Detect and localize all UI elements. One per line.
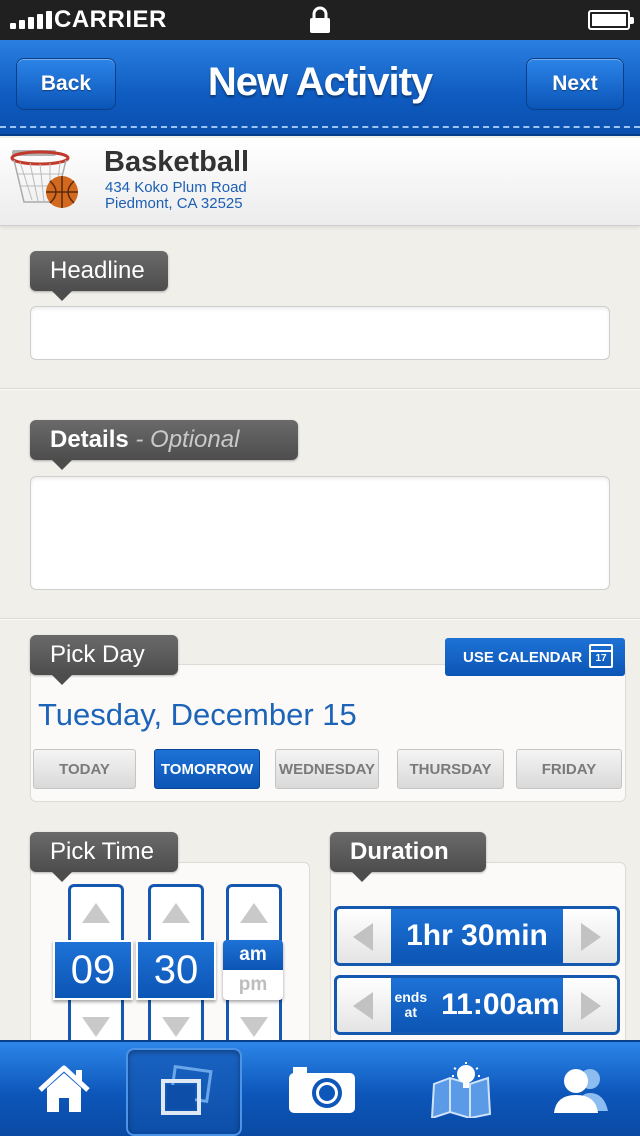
left-arrow-icon	[353, 923, 373, 951]
selected-date: Tuesday, December 15	[38, 697, 357, 732]
headline-input[interactable]	[30, 306, 610, 360]
duration-stepper: 1hr 30min	[334, 906, 620, 966]
duration-label-text: Duration	[350, 838, 449, 865]
pick-time-label-text: Pick Time	[50, 838, 155, 865]
right-arrow-icon	[581, 992, 601, 1020]
duration-decrease-button[interactable]	[337, 909, 391, 963]
home-icon	[38, 1065, 90, 1112]
minute-up-arrow-icon[interactable]	[162, 903, 190, 923]
ends-word: ends	[394, 989, 428, 1005]
camera-icon	[289, 1067, 355, 1113]
duration-label: Duration	[330, 832, 486, 882]
activity-address: 434 Koko Plum Road Piedmont, CA 32525	[105, 180, 247, 212]
signal-strength-icon	[10, 11, 52, 29]
details-input[interactable]	[30, 476, 610, 590]
day-tomorrow-button[interactable]: TOMORROW	[154, 749, 260, 789]
headline-label-text: Headline	[50, 257, 145, 284]
duration-value: 1hr 30min	[406, 919, 548, 952]
section-divider	[0, 618, 640, 620]
pick-time-label: Pick Time	[30, 832, 178, 882]
calendar-icon-day: 17	[595, 653, 607, 664]
ends-at-label: ends at	[394, 990, 427, 1020]
end-time-value: 11:00am	[441, 988, 560, 1021]
tab-camera[interactable]	[258, 1042, 386, 1136]
details-label-text: Details	[50, 426, 129, 453]
basketball-hoop-icon	[10, 150, 78, 208]
address-line-2: Piedmont, CA 32525	[105, 195, 243, 212]
people-icon	[554, 1069, 608, 1113]
tab-map[interactable]	[398, 1042, 526, 1136]
pick-day-label-text: Pick Day	[50, 641, 145, 668]
activity-header: Basketball 434 Koko Plum Road Piedmont, …	[0, 138, 640, 226]
calendar-icon: 17	[589, 644, 613, 668]
day-today-button[interactable]: TODAY	[33, 749, 136, 789]
tab-gallery[interactable]	[126, 1048, 242, 1136]
navigation-bar: Back New Activity Next	[0, 40, 640, 136]
use-calendar-button[interactable]: USE CALENDAR 17	[445, 638, 625, 676]
details-label: Details - Optional	[30, 420, 298, 470]
tab-home[interactable]	[0, 1042, 128, 1136]
gallery-icon	[161, 1065, 213, 1115]
pick-day-label: Pick Day	[30, 635, 178, 685]
status-bar: CARRIER	[0, 0, 640, 40]
nav-divider	[0, 126, 640, 128]
period-selector[interactable]: am pm	[223, 940, 283, 1000]
minute-down-arrow-icon[interactable]	[162, 1017, 190, 1037]
duration-increase-button[interactable]	[563, 909, 617, 963]
left-arrow-icon	[353, 992, 373, 1020]
day-friday-button[interactable]: FRIDAY	[516, 749, 622, 789]
pm-option[interactable]: pm	[223, 970, 283, 1000]
section-divider	[0, 388, 640, 390]
tab-bar	[0, 1040, 640, 1136]
details-optional-text: - Optional	[135, 426, 240, 453]
minute-value[interactable]: 30	[136, 940, 216, 1000]
hour-down-arrow-icon[interactable]	[82, 1017, 110, 1037]
headline-label: Headline	[30, 251, 168, 301]
carrier-name: CARRIER	[54, 6, 167, 33]
period-up-arrow-icon[interactable]	[240, 903, 268, 923]
activity-name: Basketball	[104, 146, 250, 178]
period-down-arrow-icon[interactable]	[240, 1017, 268, 1037]
day-wednesday-button[interactable]: WEDNESDAY	[275, 749, 379, 789]
battery-icon	[588, 10, 634, 30]
end-time-increase-button[interactable]	[563, 978, 617, 1032]
map-idea-icon	[430, 1062, 492, 1118]
hour-up-arrow-icon[interactable]	[82, 903, 110, 923]
address-line-1: 434 Koko Plum Road	[105, 179, 247, 196]
hour-value[interactable]: 09	[53, 940, 133, 1000]
next-button[interactable]: Next	[526, 58, 624, 110]
end-time-stepper: ends at 11:00am	[334, 975, 620, 1035]
tab-people[interactable]	[516, 1042, 640, 1136]
right-arrow-icon	[581, 923, 601, 951]
end-time-decrease-button[interactable]	[337, 978, 391, 1032]
day-thursday-button[interactable]: THURSDAY	[397, 749, 504, 789]
am-option[interactable]: am	[223, 940, 283, 970]
at-word: at	[404, 1004, 417, 1020]
lock-icon	[310, 6, 330, 33]
use-calendar-label: USE CALENDAR	[463, 648, 583, 666]
end-time-display: ends at 11:00am	[391, 978, 563, 1032]
